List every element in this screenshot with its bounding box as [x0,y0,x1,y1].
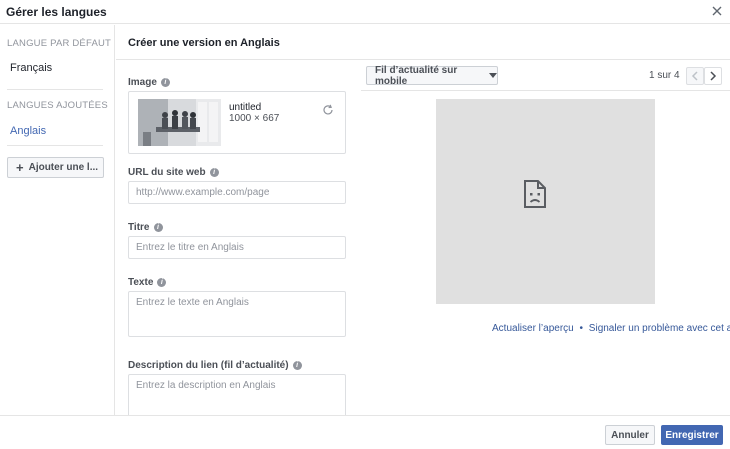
sidebar-item-default-language[interactable]: Français [10,62,52,74]
link-separator: • [579,323,584,334]
sidebar-divider [7,89,103,90]
image-thumbnail [138,99,221,146]
dialog-footer: Annuler Enregistrer [0,415,730,449]
info-icon[interactable]: i [153,223,163,232]
preview-links: Actualiser l’aperçu • Signaler un problè… [492,323,730,334]
preview-toolbar: Fil d’actualité sur mobile 1 sur 4 [361,61,730,91]
add-language-label: Ajouter une l... [28,162,99,173]
chevron-right-icon [710,71,717,81]
info-icon[interactable]: i [292,361,302,370]
sidebar-divider [7,145,103,146]
info-icon[interactable]: i [209,168,219,177]
title-input[interactable] [128,236,346,259]
office-photo-image [138,99,221,146]
image-picker[interactable]: untitled 1000 × 667 [128,91,346,154]
form-column: Image i untitled 1000 × 667 URL du site … [116,61,360,415]
link-description-field-label: Description du lien (fil d’actualité) i [128,360,302,371]
image-dimensions: 1000 × 667 [229,113,280,124]
url-field-label: URL du site web i [128,167,219,178]
info-icon[interactable]: i [157,278,167,287]
info-icon[interactable]: i [160,78,170,87]
placement-dropdown[interactable]: Fil d’actualité sur mobile [366,64,498,87]
chevron-left-icon [691,71,698,81]
sidebar-item-anglais[interactable]: Anglais [10,125,46,137]
preview-pager-count: 1 sur 4 [649,70,680,81]
next-preview-button[interactable] [704,67,722,85]
added-languages-heading: LANGUES AJOUTÉES [7,100,108,111]
caret-down-icon [489,73,497,78]
add-language-button[interactable]: + Ajouter une l... [7,157,104,178]
dialog-header: Gérer les langues [0,0,730,24]
url-label-text: URL du site web [128,167,206,178]
image-field-label: Image i [128,77,170,88]
placement-dropdown-label: Fil d’actualité sur mobile [375,64,458,87]
save-button[interactable]: Enregistrer [661,425,723,445]
previous-preview-button[interactable] [686,67,704,85]
preview-column: Fil d’actualité sur mobile 1 sur 4 Actua… [361,61,730,415]
form-title: Créer une version en Anglais [128,37,280,49]
text-field-label: Texte i [128,277,167,288]
text-label-text: Texte [128,277,154,288]
default-language-heading: LANGUE PAR DÉFAUT [7,38,112,49]
dialog-title: Gérer les langues [6,5,107,19]
close-icon[interactable] [709,3,725,19]
website-url-input[interactable] [128,181,346,204]
image-file-name: untitled [229,102,262,113]
title-label-text: Titre [128,222,150,233]
link-description-textarea[interactable] [128,374,346,415]
plus-icon: + [16,160,24,175]
ad-preview-frame [436,99,655,304]
image-label-text: Image [128,77,157,88]
manage-languages-dialog: Gérer les langues LANGUE PAR DÉFAUT Fran… [0,0,730,449]
refresh-preview-link[interactable]: Actualiser l’aperçu [492,323,574,334]
refresh-icon[interactable] [322,104,334,116]
text-textarea[interactable] [128,291,346,337]
report-problem-link[interactable]: Signaler un problème avec cet aperçu [589,323,730,334]
link-description-label-text: Description du lien (fil d’actualité) [128,360,289,371]
title-field-label: Titre i [128,222,163,233]
cancel-button[interactable]: Annuler [605,425,655,445]
form-header: Créer une version en Anglais [116,25,730,60]
language-sidebar: LANGUE PAR DÉFAUT Français LANGUES AJOUT… [0,25,115,415]
broken-page-icon [524,180,546,208]
